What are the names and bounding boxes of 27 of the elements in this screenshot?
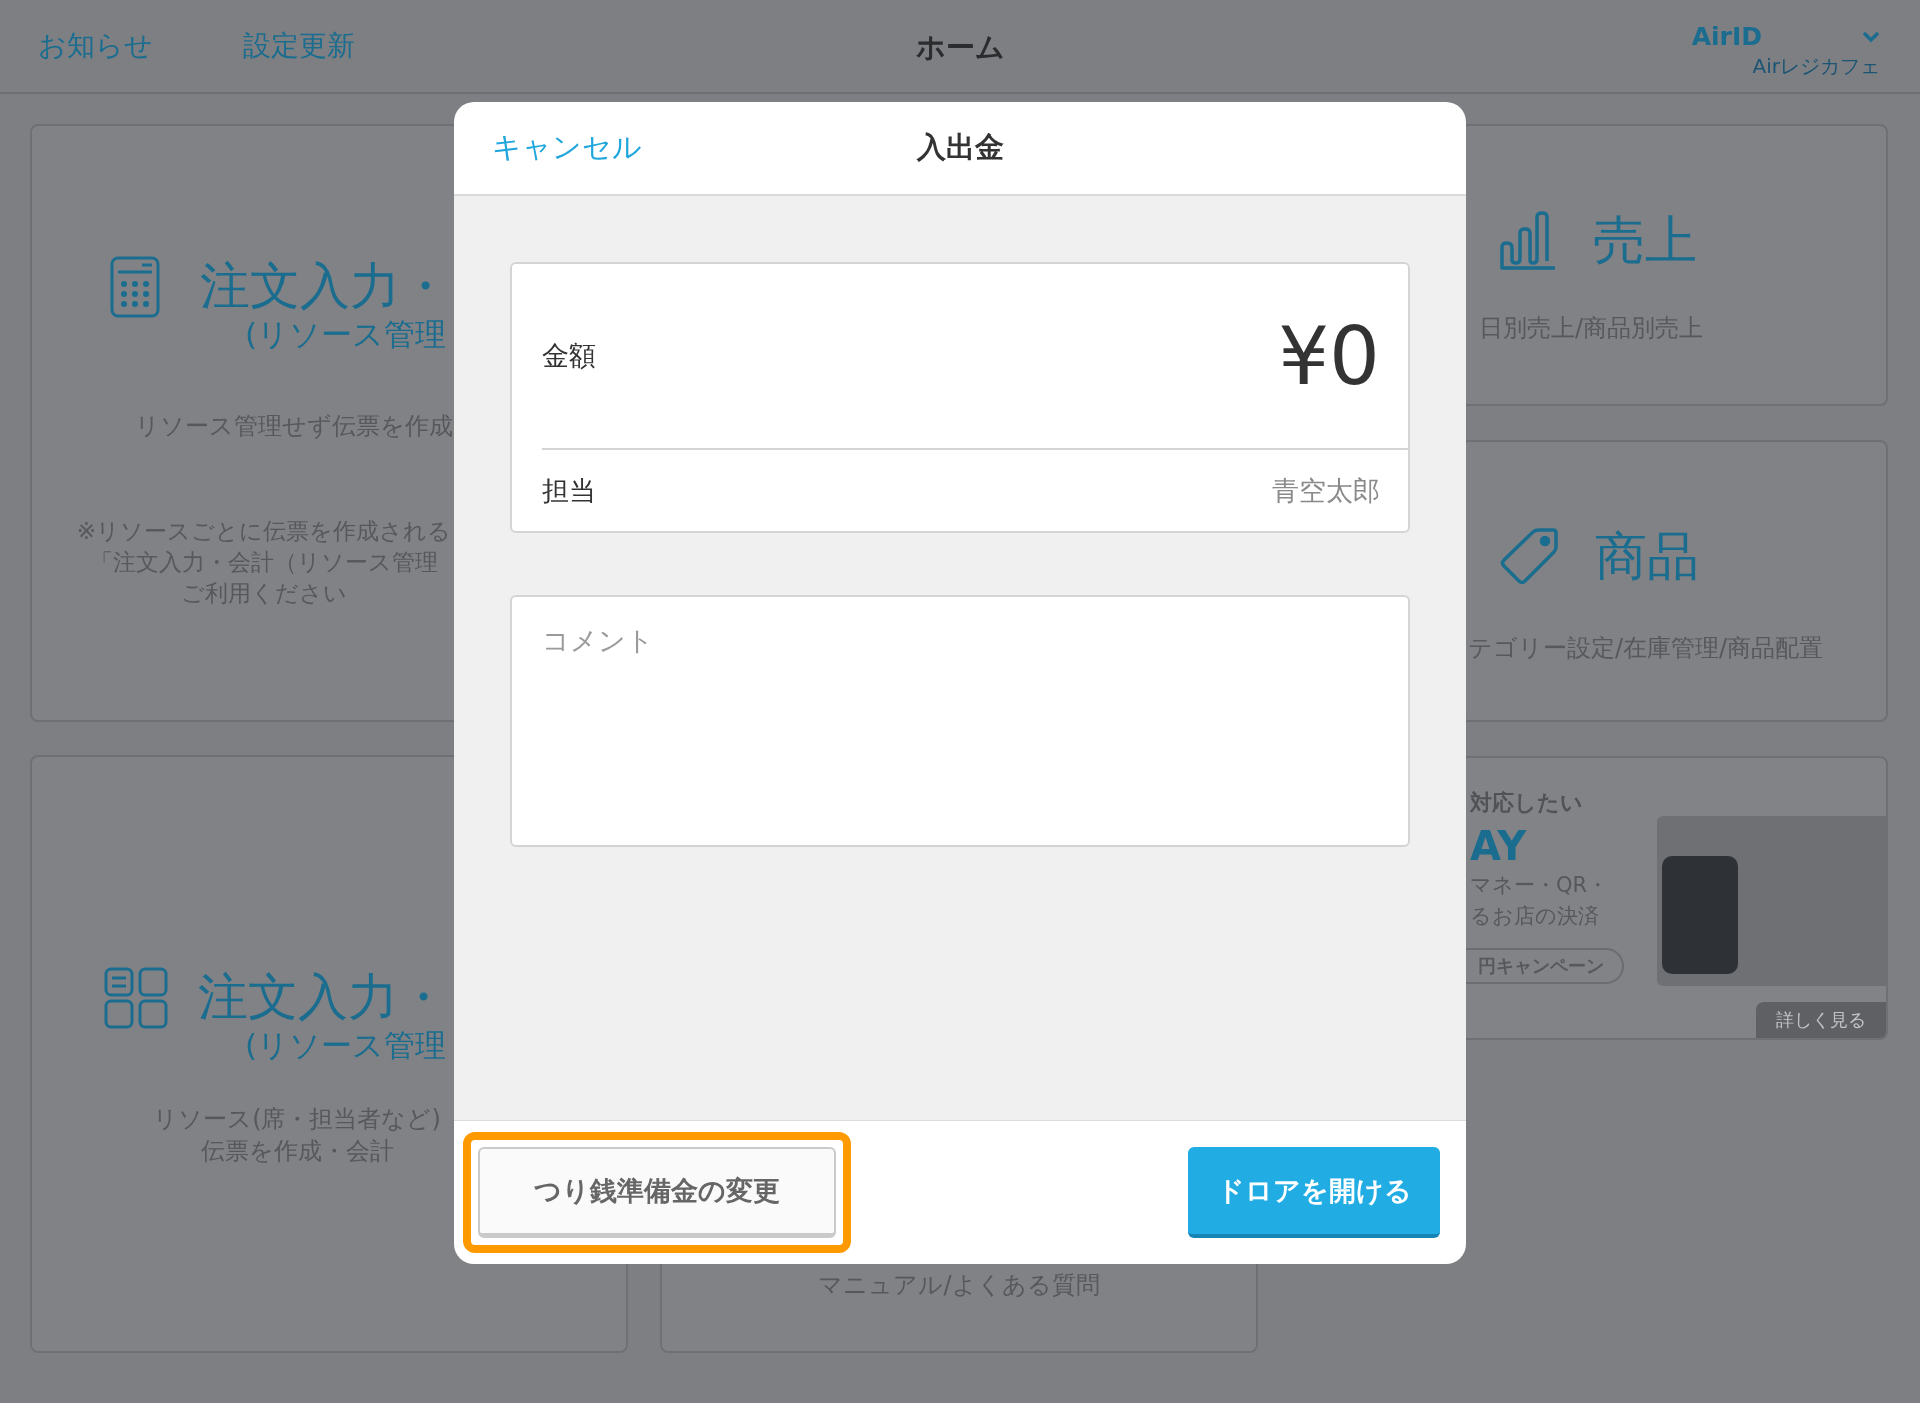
bar-chart-icon: [1499, 211, 1557, 271]
chevron-down-icon[interactable]: [1862, 30, 1880, 43]
dialog-title: 入出金: [916, 130, 1004, 164]
tag-icon: [1499, 527, 1559, 587]
card-title[interactable]: 売上: [1593, 206, 1697, 276]
field-label: 担当: [542, 473, 596, 508]
header-link[interactable]: 設定更新: [243, 27, 355, 65]
amount-value[interactable]: ¥0: [1278, 309, 1380, 403]
tiles-icon: [104, 967, 168, 1029]
calculator-icon: [110, 256, 160, 318]
field-label: 金額: [542, 339, 596, 373]
card-title[interactable]: 注文入力・: [200, 256, 450, 316]
promo-logo: AY: [1470, 824, 1527, 868]
store-name: Airレジカフェ: [1751, 53, 1880, 80]
open-drawer-button[interactable]: ドロアを開ける: [1188, 1147, 1440, 1238]
page-title: ホーム: [915, 30, 1005, 64]
card-title[interactable]: 商品: [1595, 522, 1699, 592]
card-subtitle: (リソース管理: [245, 315, 447, 354]
more-link[interactable]: 詳しく見る: [1756, 1002, 1886, 1038]
card-title[interactable]: 注文入力・: [198, 967, 448, 1027]
cancel-button[interactable]: キャンセル: [492, 128, 642, 168]
change-float-button[interactable]: つり銭準備金の変更: [478, 1147, 836, 1238]
card-subtitle: (リソース管理: [245, 1026, 447, 1065]
header-link[interactable]: お知らせ: [38, 27, 153, 65]
comment-field[interactable]: コメント: [510, 595, 1410, 847]
staff-name[interactable]: 青空太郎: [1272, 472, 1380, 509]
account-id[interactable]: AirID: [1691, 22, 1762, 51]
